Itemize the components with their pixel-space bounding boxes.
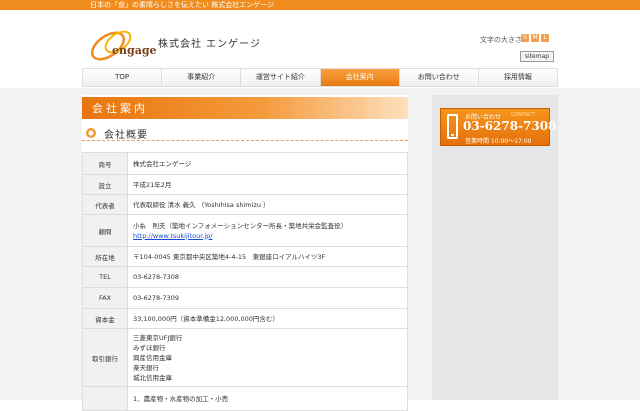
row-label: 代表者 (82, 194, 128, 215)
company-name: 株式会社 エンゲージ (158, 39, 261, 50)
nav-recruit[interactable]: 採用情報 (479, 69, 559, 86)
row-value: 小糸 則夫（築地インフォメーションセンター所長・築地共栄会監査役） http:/… (128, 215, 408, 247)
contact-tag: CONTACT (511, 112, 535, 118)
row-value: 〒104-0045 東京都中央区築地4-4-15 東銀座ロイアルハイツ3F (133, 252, 326, 261)
logo-wordmark: engage (112, 44, 157, 57)
section-header: 会社概要 (82, 125, 408, 141)
bank-name: みずほ銀行 (133, 343, 166, 352)
top-bar: 日本の「食」の素晴らしさを伝えたい 株式会社エンゲージ (0, 0, 640, 10)
sidebar: お問い合わせ CONTACT 03-6278-7308 営業時間 10:00～1… (432, 95, 558, 400)
table-row: 資本金 33,100,000円（資本準備金12,000,000円含む） (82, 308, 408, 329)
nav-company[interactable]: 会社案内 (320, 69, 400, 86)
bank-name: 楽天銀行 (133, 363, 159, 372)
table-row: 取引銀行 三菱東京UFJ銀行 みずほ銀行 興産信用金庫 楽天銀行 城北信用金庫 (82, 328, 408, 387)
nav-top[interactable]: TOP (82, 69, 163, 86)
table-row: 設立 平成21年2月 (82, 174, 408, 195)
nav-sites[interactable]: 運営サイト紹介 (241, 69, 321, 86)
row-label: FAX (82, 287, 128, 309)
row-value: 33,100,000円（資本準備金12,000,000円含む） (133, 314, 279, 323)
section-title: 会社概要 (104, 130, 148, 141)
table-row: 所在地 〒104-0045 東京都中央区築地4-4-15 東銀座ロイアルハイツ3… (82, 246, 408, 267)
row-value: 1．農産物・水産物の加工・小売 (133, 394, 229, 403)
contact-banner[interactable]: お問い合わせ CONTACT 03-6278-7308 営業時間 10:00～1… (440, 108, 556, 146)
row-label: 資本金 (82, 308, 128, 329)
circle-bullet-icon (86, 128, 96, 138)
header: engage 株式会社 エンゲージ 文字の大きさ S M L sitemap (0, 10, 640, 68)
bank-name: 三菱東京UFJ銀行 (133, 333, 183, 342)
row-label (82, 386, 128, 411)
bank-name: 興産信用金庫 (133, 353, 172, 362)
table-row: TEL 03-6278-7308 (82, 266, 408, 288)
row-value: 03-6278-7309 (133, 294, 180, 302)
row-label: 顧問 (82, 214, 128, 247)
row-label: TEL (82, 266, 128, 288)
row-label: 商号 (82, 152, 128, 175)
row-value: 03-6278-7308 (133, 273, 180, 281)
bank-name: 城北信用金庫 (133, 373, 172, 382)
row-value: 平成21年2月 (133, 180, 172, 189)
row-value: 株式会社エンゲージ (133, 159, 192, 168)
main-nav: TOP 事業紹介 運営サイト紹介 会社案内 お問い合わせ 採用情報 (82, 68, 559, 87)
row-label: 取引銀行 (82, 328, 128, 387)
row-label: 設立 (82, 174, 128, 195)
table-row: 代表者 代表取締役 清水 義久 （Yoshihisa shimizu ） (82, 194, 408, 215)
row-value: 三菱東京UFJ銀行 みずほ銀行 興産信用金庫 楽天銀行 城北信用金庫 (128, 329, 408, 387)
row-label: 所在地 (82, 246, 128, 267)
main-content: 会社案内 会社概要 商号 株式会社エンゲージ 設立 平成21年2月 代表者 代表… (82, 95, 408, 411)
nav-contact[interactable]: お問い合わせ (400, 69, 479, 86)
page-title: 会社案内 (92, 102, 148, 115)
advisor-text: 小糸 則夫（築地インフォメーションセンター所長・築地共栄会監査役） (133, 221, 348, 230)
font-size-large-button[interactable]: L (541, 34, 549, 42)
font-size-label: 文字の大きさ (480, 36, 522, 44)
nav-business[interactable]: 事業紹介 (162, 69, 242, 86)
sitemap-button[interactable]: sitemap (520, 51, 554, 62)
tagline: 日本の「食」の素晴らしさを伝えたい 株式会社エンゲージ (90, 1, 275, 9)
contact-hours: 営業時間 10:00～17:00 (465, 138, 532, 145)
advisor-link[interactable]: http://www.tsukijitour.jp/ (133, 232, 212, 240)
row-value: 代表取締役 清水 義久 （Yoshihisa shimizu ） (133, 200, 270, 209)
font-size-medium-button[interactable]: M (531, 34, 539, 42)
font-size-small-button[interactable]: S (521, 34, 529, 42)
table-row: 商号 株式会社エンゲージ (82, 152, 408, 175)
table-row: FAX 03-6278-7309 (82, 287, 408, 309)
contact-phone: 03-6278-7308 (463, 119, 557, 133)
smartphone-icon (447, 114, 458, 139)
page-title-banner: 会社案内 (82, 97, 408, 119)
table-row: 1．農産物・水産物の加工・小売 (82, 386, 408, 411)
table-row: 顧問 小糸 則夫（築地インフォメーションセンター所長・築地共栄会監査役） htt… (82, 214, 408, 247)
company-info-table: 商号 株式会社エンゲージ 設立 平成21年2月 代表者 代表取締役 清水 義久 … (82, 152, 408, 411)
